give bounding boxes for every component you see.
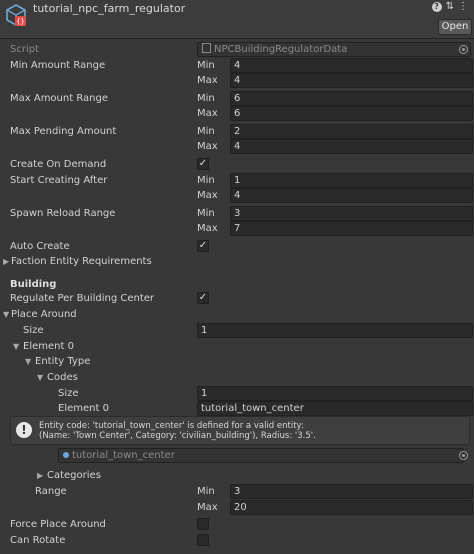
collapsed-arrow-icon[interactable]: ▶ xyxy=(37,469,43,482)
min-amount-range-label: Min Amount Range xyxy=(10,60,106,71)
auto-create-label: Auto Create xyxy=(10,241,70,252)
spawn-reload-range-label: Spawn Reload Range xyxy=(10,208,116,219)
max-pending-amount-min-field[interactable]: 2 xyxy=(230,124,473,139)
expanded-arrow-icon[interactable]: ▼ xyxy=(13,340,19,353)
place-around-size-label: Size xyxy=(23,325,44,336)
entity-code-help-box: ! Entity code: 'tutorial_town_center' is… xyxy=(10,416,470,445)
codes-element-0-field[interactable]: tutorial_town_center xyxy=(197,401,473,416)
min-label: Min xyxy=(197,93,215,104)
spawn-reload-range-max-field[interactable]: 7 xyxy=(230,221,473,236)
open-button[interactable]: Open xyxy=(438,19,472,35)
help-line-2: (Name: 'Town Center', Category: 'civilia… xyxy=(39,431,316,441)
max-label: Max xyxy=(197,223,218,234)
create-on-demand-label: Create On Demand xyxy=(10,159,107,170)
help-icon[interactable]: ? xyxy=(431,2,442,12)
expanded-arrow-icon[interactable]: ▼ xyxy=(25,355,31,368)
range-label: Range xyxy=(35,486,67,497)
max-label: Max xyxy=(197,75,218,86)
max-amount-range-max-field[interactable]: 6 xyxy=(230,106,473,121)
entity-object-field[interactable]: tutorial_town_center xyxy=(58,448,464,463)
codes-size-label: Size xyxy=(58,388,79,399)
faction-entity-requirements-foldout[interactable]: Faction Entity Requirements xyxy=(11,255,152,268)
min-label: Min xyxy=(197,486,215,497)
min-label: Min xyxy=(197,126,215,137)
max-amount-range-min-field[interactable]: 6 xyxy=(230,91,473,106)
entity-type-foldout[interactable]: Entity Type xyxy=(35,355,90,368)
start-creating-after-label: Start Creating After xyxy=(10,175,108,186)
expanded-arrow-icon[interactable]: ▼ xyxy=(37,371,43,384)
script-field[interactable]: NPCBuildingRegulatorData xyxy=(197,42,471,57)
script-label: Script xyxy=(10,44,40,55)
info-icon: ! xyxy=(16,422,32,438)
codes-element-0-label: Element 0 xyxy=(58,403,109,414)
inspector-header: {} tutorial_npc_farm_regulator ? ⇅ ⋮ Ope… xyxy=(0,0,474,39)
building-section-header: Building xyxy=(10,279,57,290)
prefab-icon xyxy=(63,452,69,458)
place-around-foldout[interactable]: Place Around xyxy=(11,308,77,321)
min-amount-range-min-field[interactable]: 4 xyxy=(230,58,473,73)
codes-size-field[interactable]: 1 xyxy=(197,386,473,401)
start-creating-after-max-field[interactable]: 4 xyxy=(230,188,473,203)
element-0-foldout[interactable]: Element 0 xyxy=(23,340,74,353)
max-label: Max xyxy=(197,141,218,152)
max-amount-range-label: Max Amount Range xyxy=(10,93,109,104)
spawn-reload-range-min-field[interactable]: 3 xyxy=(230,206,473,221)
script-value: NPCBuildingRegulatorData xyxy=(214,44,348,55)
regulate-per-building-center-label: Regulate Per Building Center xyxy=(10,293,155,304)
min-label: Min xyxy=(197,60,215,71)
codes-foldout[interactable]: Codes xyxy=(47,371,78,384)
range-min-field[interactable]: 3 xyxy=(230,484,473,499)
categories-foldout[interactable]: Categories xyxy=(47,469,101,482)
range-max-field[interactable]: 20 xyxy=(230,500,473,515)
expanded-arrow-icon[interactable]: ▼ xyxy=(3,308,9,321)
max-label: Max xyxy=(197,108,218,119)
create-on-demand-checkbox[interactable]: ✓ xyxy=(197,158,209,170)
max-pending-amount-label: Max Pending Amount xyxy=(10,126,117,137)
start-creating-after-min-field[interactable]: 1 xyxy=(230,173,473,188)
max-label: Max xyxy=(197,502,218,513)
max-label: Max xyxy=(197,190,218,201)
place-around-size-field[interactable]: 1 xyxy=(197,323,473,338)
can-rotate-label: Can Rotate xyxy=(10,535,66,546)
help-line-1: Entity code: 'tutorial_town_center' is d… xyxy=(39,421,304,431)
auto-create-checkbox[interactable]: ✓ xyxy=(197,240,209,252)
collapsed-arrow-icon[interactable]: ▶ xyxy=(3,255,9,268)
settings-icon[interactable]: ⋮ xyxy=(458,2,468,12)
min-amount-range-max-field[interactable]: 4 xyxy=(230,73,473,88)
max-pending-amount-max-field[interactable]: 4 xyxy=(230,139,473,154)
asset-title: tutorial_npc_farm_regulator xyxy=(33,2,186,15)
preset-icon[interactable]: ⇅ xyxy=(446,2,454,12)
force-place-around-checkbox[interactable] xyxy=(197,518,209,530)
script-file-icon xyxy=(202,43,211,53)
min-label: Min xyxy=(197,208,215,219)
entity-object-value: tutorial_town_center xyxy=(72,450,175,461)
help-message: Entity code: 'tutorial_town_center' is d… xyxy=(39,421,316,441)
svg-text:{}: {} xyxy=(16,18,24,26)
scriptable-object-icon: {} xyxy=(6,4,26,26)
object-picker-icon[interactable] xyxy=(459,451,468,460)
force-place-around-label: Force Place Around xyxy=(10,519,106,530)
object-picker-icon[interactable] xyxy=(459,45,468,54)
regulate-per-building-center-checkbox[interactable]: ✓ xyxy=(197,292,209,304)
min-label: Min xyxy=(197,175,215,186)
can-rotate-checkbox[interactable] xyxy=(197,534,209,546)
